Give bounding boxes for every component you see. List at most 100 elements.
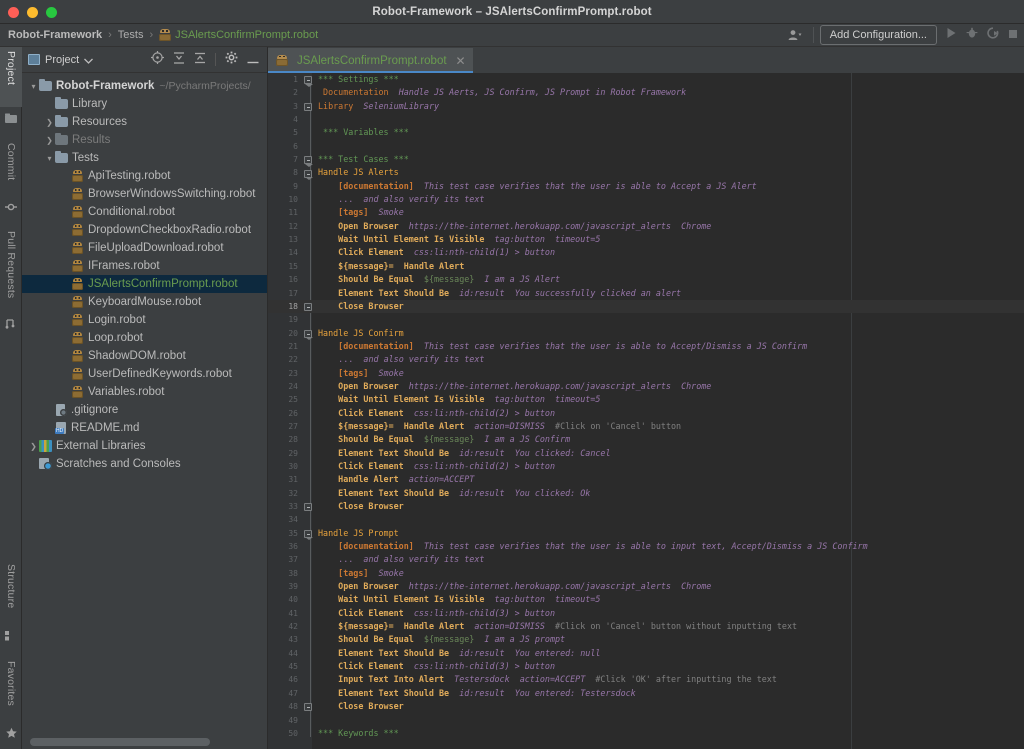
- code-line[interactable]: 15 ${message}= Handle Alert: [268, 260, 1024, 273]
- expand-all-icon[interactable]: [173, 51, 185, 69]
- code-line[interactable]: 32 Element Text Should Be id:result You …: [268, 487, 1024, 500]
- scroll-from-source-icon[interactable]: [151, 50, 164, 69]
- code-line[interactable]: 11 [tags] Smoke: [268, 206, 1024, 219]
- code-line[interactable]: 42 ${message}= Handle Alert action=DISMI…: [268, 620, 1024, 633]
- stop-icon[interactable]: [1008, 26, 1018, 44]
- code-line[interactable]: 1 *** Settings ***: [268, 73, 1024, 87]
- code-line[interactable]: 20 Handle JS Confirm: [268, 327, 1024, 341]
- close-window-button[interactable]: [8, 6, 19, 18]
- code-editor[interactable]: 1 *** Settings *** 2 Documentation Handle …: [268, 73, 1024, 749]
- tree-item-apitesting-robot[interactable]: ApiTesting.robot: [22, 167, 267, 185]
- code-line[interactable]: 21 [documentation] This test case verifi…: [268, 340, 1024, 353]
- code-line[interactable]: 40 Wait Until Element Is Visible tag:but…: [268, 593, 1024, 606]
- scrollbar-thumb[interactable]: [30, 738, 210, 746]
- user-dropdown-icon[interactable]: [783, 25, 807, 45]
- code-line[interactable]: 36 [documentation] This test case verifi…: [268, 540, 1024, 553]
- breadcrumb-file[interactable]: JSAlertsConfirmPrompt.robot: [175, 29, 318, 41]
- tree-item-userdefinedkeywords-robot[interactable]: UserDefinedKeywords.robot: [22, 365, 267, 383]
- code-line[interactable]: 13 Wait Until Element Is Visible tag:but…: [268, 233, 1024, 246]
- run-with-coverage-icon[interactable]: [987, 26, 999, 44]
- code-line[interactable]: 5 *** Variables ***: [268, 126, 1024, 139]
- code-line[interactable]: 19: [268, 313, 1024, 326]
- fold-expanded-icon[interactable]: [304, 529, 313, 541]
- code-line[interactable]: 8 Handle JS Alerts: [268, 166, 1024, 181]
- fold-marker-icon[interactable]: [304, 102, 312, 111]
- code-line[interactable]: 38 [tags] Smoke: [268, 567, 1024, 580]
- code-line[interactable]: 22 ... and also verify its text: [268, 353, 1024, 366]
- code-line[interactable]: 34: [268, 513, 1024, 526]
- chevron-down-icon[interactable]: ▾: [44, 154, 55, 163]
- tree-item-jsalertsconfirmprompt-robot[interactable]: JSAlertsConfirmPrompt.robot: [22, 275, 267, 293]
- code-line[interactable]: 44 Element Text Should Be id:result You …: [268, 647, 1024, 660]
- sidebar-tab-structure[interactable]: Structure: [0, 560, 22, 626]
- code-line[interactable]: 3 Library SeleniumLibrary: [268, 100, 1024, 113]
- window-controls[interactable]: [8, 0, 57, 24]
- tree-item-gitignore[interactable]: .gitignore: [22, 401, 267, 419]
- code-line[interactable]: 35 Handle JS Prompt: [268, 527, 1024, 541]
- code-line[interactable]: 33 Close Browser: [268, 500, 1024, 513]
- code-line[interactable]: 48 Close Browser: [268, 700, 1024, 713]
- debug-icon[interactable]: [966, 26, 978, 44]
- close-icon[interactable]: ✕: [456, 54, 466, 68]
- code-line[interactable]: 24 Open Browser https://the-internet.her…: [268, 380, 1024, 393]
- fold-expanded-icon[interactable]: [304, 156, 313, 167]
- code-line[interactable]: 18 Close Browser: [268, 299, 1024, 314]
- tree-item-library[interactable]: Library: [22, 95, 267, 113]
- tree-item-dropdowncheckboxradio-robot[interactable]: DropdownCheckboxRadio.robot: [22, 221, 267, 239]
- chevron-right-icon[interactable]: ❯: [28, 442, 39, 451]
- fold-marker-icon[interactable]: [304, 303, 312, 312]
- tree-item-results[interactable]: ❯ Results: [22, 131, 267, 149]
- collapse-all-icon[interactable]: [194, 51, 206, 69]
- tree-item-robot-framework[interactable]: ▾ Robot-Framework ~/PycharmProjects/: [22, 77, 267, 95]
- tree-item-variables-robot[interactable]: Variables.robot: [22, 383, 267, 401]
- project-tree[interactable]: ▾ Robot-Framework ~/PycharmProjects/Librar…: [22, 73, 267, 738]
- code-line[interactable]: 30 Click Element css:li:nth-child(2) > b…: [268, 460, 1024, 473]
- chevron-right-icon[interactable]: ❯: [44, 136, 55, 145]
- tree-item-browserwindowsswitching-robot[interactable]: BrowserWindowsSwitching.robot: [22, 185, 267, 203]
- code-line[interactable]: 49: [268, 714, 1024, 727]
- code-line[interactable]: 29 Element Text Should Be id:result You …: [268, 447, 1024, 460]
- project-horizontal-scrollbar[interactable]: [22, 735, 267, 749]
- tree-item-iframes-robot[interactable]: IFrames.robot: [22, 257, 267, 275]
- hide-panel-icon[interactable]: [247, 51, 259, 69]
- minimize-window-button[interactable]: [27, 6, 38, 18]
- code-line[interactable]: 4: [268, 113, 1024, 126]
- code-line[interactable]: 45 Click Element css:li:nth-child(3) > b…: [268, 660, 1024, 673]
- code-line[interactable]: 47 Element Text Should Be id:result You …: [268, 687, 1024, 700]
- sidebar-tab-commit[interactable]: Commit: [0, 139, 22, 197]
- tree-item-external-libraries[interactable]: ❯ External Libraries: [22, 437, 267, 455]
- code-line[interactable]: 7 *** Test Cases ***: [268, 153, 1024, 167]
- code-line[interactable]: 31 Handle Alert action=ACCEPT: [268, 473, 1024, 486]
- code-line[interactable]: 41 Click Element css:li:nth-child(3) > b…: [268, 607, 1024, 620]
- sidebar-tab-pull-requests[interactable]: Pull Requests: [0, 227, 22, 313]
- zoom-window-button[interactable]: [46, 6, 57, 18]
- fold-marker-icon[interactable]: [304, 703, 312, 712]
- run-icon[interactable]: [946, 26, 957, 44]
- tree-item-shadowdom-robot[interactable]: ShadowDOM.robot: [22, 347, 267, 365]
- fold-expanded-icon[interactable]: [304, 76, 313, 87]
- code-line[interactable]: 16 Should Be Equal ${message} I am a JS …: [268, 273, 1024, 286]
- tree-item-keyboardmouse-robot[interactable]: KeyboardMouse.robot: [22, 293, 267, 311]
- code-line[interactable]: 37 ... and also verify its text: [268, 553, 1024, 566]
- code-line[interactable]: 25 Wait Until Element Is Visible tag:but…: [268, 393, 1024, 406]
- editor-tab-jsalertsconfirmprompt[interactable]: JSAlertsConfirmPrompt.robot ✕: [268, 48, 473, 73]
- code-line[interactable]: 28 Should Be Equal ${message} I am a JS …: [268, 433, 1024, 446]
- sidebar-tab-favorites[interactable]: Favorites: [0, 657, 22, 721]
- code-line[interactable]: 46 Input Text Into Alert Testersdock act…: [268, 673, 1024, 686]
- code-line[interactable]: 39 Open Browser https://the-internet.her…: [268, 580, 1024, 593]
- chevron-right-icon[interactable]: ❯: [44, 118, 55, 127]
- code-line[interactable]: 23 [tags] Smoke: [268, 367, 1024, 380]
- breadcrumb-project[interactable]: Robot-Framework: [8, 29, 102, 41]
- tree-item-fileuploaddownload-robot[interactable]: FileUploadDownload.robot: [22, 239, 267, 257]
- tree-item-login-robot[interactable]: Login.robot: [22, 311, 267, 329]
- breadcrumb-folder-tests[interactable]: Tests: [118, 29, 144, 41]
- add-configuration-button[interactable]: Add Configuration...: [819, 25, 937, 45]
- code-line[interactable]: 10 ... and also verify its text: [268, 193, 1024, 206]
- tree-item-conditional-robot[interactable]: Conditional.robot: [22, 203, 267, 221]
- tree-item-readme-md[interactable]: README.md: [22, 419, 267, 437]
- code-line[interactable]: 12 Open Browser https://the-internet.her…: [268, 220, 1024, 233]
- fold-expanded-icon[interactable]: [304, 329, 313, 341]
- code-line[interactable]: 2 Documentation Handle JS Aerts, JS Conf…: [268, 86, 1024, 99]
- fold-marker-icon[interactable]: [304, 503, 312, 512]
- code-line[interactable]: 14 Click Element css:li:nth-child(1) > b…: [268, 246, 1024, 259]
